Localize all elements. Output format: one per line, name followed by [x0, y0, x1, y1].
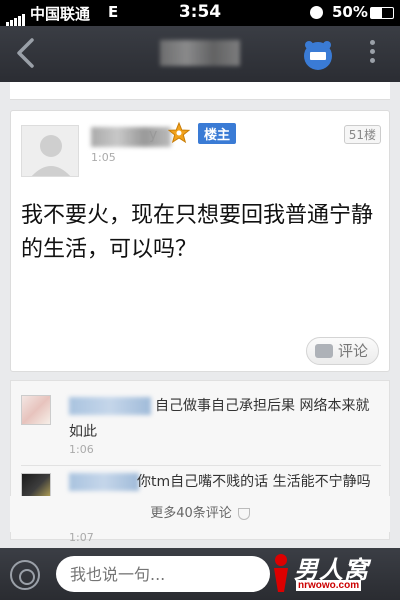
clock-icon — [310, 6, 323, 19]
post-card: y 楼主 51楼 1:05 我不要火，现在只想要回我普通宁静的生活，可以吗？ 评… — [10, 110, 390, 372]
owner-only-icon[interactable] — [300, 36, 336, 72]
comment-time: 1:06 — [69, 443, 94, 456]
comment-text: 自己做事自己承担后果 网络本来就如此 — [69, 398, 370, 440]
avatar[interactable] — [21, 125, 79, 177]
logo-url: nrwowo.com — [296, 580, 362, 591]
battery-percent: 50% — [332, 3, 368, 21]
voice-input-icon[interactable] — [10, 560, 40, 590]
watermark-logo: 男人窝 nrwowo.com — [270, 548, 396, 600]
username-blurred[interactable] — [91, 127, 171, 147]
more-comments-link[interactable]: 更多40条评论 — [10, 496, 390, 532]
owner-badge: 楼主 — [198, 123, 237, 144]
back-arrow-icon[interactable] — [10, 36, 44, 70]
battery-icon — [370, 7, 394, 19]
post-time: 1:05 — [91, 151, 116, 164]
comment-time: 1:07 — [69, 531, 94, 544]
previous-post-edge — [10, 82, 390, 100]
post-text: 我不要火，现在只想要回我普通宁静的生活，可以吗？ — [21, 203, 374, 262]
status-bar: 中国联通 E 3:54 50% — [0, 0, 400, 26]
star-icon — [168, 122, 190, 144]
comment-icon — [314, 343, 333, 358]
comment-button[interactable]: 评论 — [305, 337, 379, 365]
page-title-blurred — [160, 40, 240, 66]
comment-text: 你tm自己嘴不贱的话 生活能不宁静吗 — [137, 474, 371, 490]
avatar[interactable] — [21, 395, 51, 425]
logo-mark-icon — [274, 554, 288, 592]
divider — [21, 465, 381, 466]
username-suffix: y — [149, 127, 158, 143]
thread-content: y 楼主 51楼 1:05 我不要火，现在只想要回我普通宁静的生活，可以吗？ 评… — [0, 82, 400, 548]
bottom-bar: 男人窝 nrwowo.com — [0, 548, 400, 600]
nav-bar — [0, 26, 400, 82]
floor-number: 51楼 — [343, 125, 381, 144]
shield-icon — [237, 507, 250, 520]
list-item: 自己做事自己承担后果 网络本来就如此 1:06 — [11, 381, 391, 467]
reply-input[interactable] — [56, 556, 270, 592]
more-options-icon[interactable] — [364, 38, 380, 68]
comment-button-label: 评论 — [337, 342, 368, 360]
